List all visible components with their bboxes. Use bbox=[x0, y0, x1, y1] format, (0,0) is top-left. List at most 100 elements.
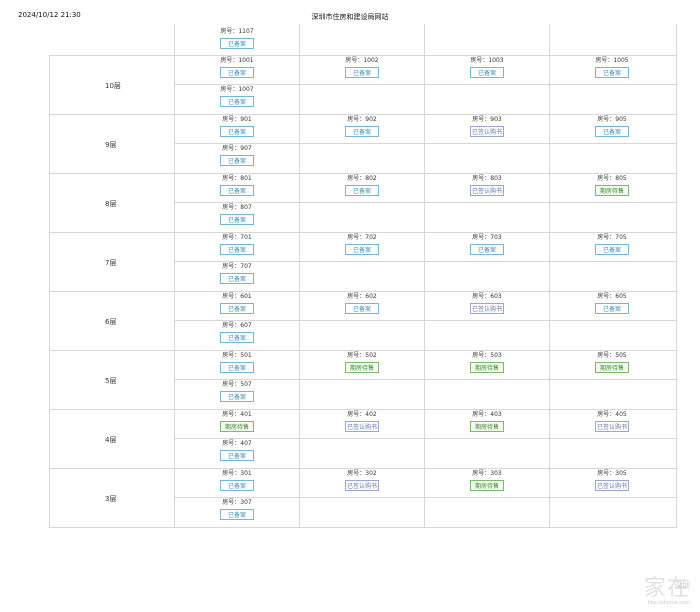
status-badge[interactable]: 已备案 bbox=[220, 303, 254, 314]
watermark-url: bbs.szhome.com bbox=[647, 600, 690, 606]
status-badge[interactable]: 已备案 bbox=[345, 244, 379, 255]
status-badge[interactable]: 已备案 bbox=[220, 214, 254, 225]
status-badge[interactable]: 已备案 bbox=[345, 67, 379, 78]
room-id: 503 bbox=[490, 352, 502, 359]
room-prefix: 房号： bbox=[597, 293, 616, 300]
room-prefix: 房号： bbox=[597, 352, 616, 359]
status-badge[interactable]: 已签认购书 bbox=[595, 480, 629, 491]
status-badge[interactable]: 已备案 bbox=[220, 480, 254, 491]
status-badge[interactable]: 已备案 bbox=[595, 303, 629, 314]
room-prefix: 房号： bbox=[347, 293, 366, 300]
grid-column-line bbox=[676, 24, 677, 527]
grid-row-line bbox=[174, 84, 677, 85]
unit-cell: 房号：507 已备案 bbox=[202, 381, 272, 402]
room-prefix: 房号： bbox=[472, 175, 491, 182]
status-badge[interactable]: 期房待售 bbox=[220, 421, 254, 432]
status-badge[interactable]: 期房待售 bbox=[595, 185, 629, 196]
room-number: 房号：1007 bbox=[202, 86, 272, 94]
status-badge[interactable]: 已备案 bbox=[220, 126, 254, 137]
status-badge[interactable]: 已备案 bbox=[345, 303, 379, 314]
unit-cell: 房号：805 期房待售 bbox=[577, 175, 647, 196]
status-badge[interactable]: 已备案 bbox=[470, 67, 504, 78]
room-id: 302 bbox=[365, 470, 377, 477]
unit-cell: 房号：607 已备案 bbox=[202, 322, 272, 343]
status-badge[interactable]: 期房待售 bbox=[345, 362, 379, 373]
room-number: 房号：907 bbox=[202, 145, 272, 153]
status-badge[interactable]: 已备案 bbox=[220, 391, 254, 402]
unit-cell: 房号：303 期房待售 bbox=[452, 470, 522, 491]
floor-table: 房号：1107 已备案 10层 房号：1001 已备案 房号：1002 已备案 房号：1003… bbox=[0, 0, 700, 612]
watermark-sub: 深圳 bbox=[674, 581, 690, 590]
room-id: 601 bbox=[240, 293, 252, 300]
status-badge[interactable]: 已签认购书 bbox=[595, 421, 629, 432]
floor-label: 3层 bbox=[105, 495, 117, 503]
status-badge[interactable]: 已签认购书 bbox=[345, 421, 379, 432]
room-id: 301 bbox=[240, 470, 252, 477]
status-badge[interactable]: 已备案 bbox=[595, 244, 629, 255]
room-id: 703 bbox=[490, 234, 502, 241]
status-badge[interactable]: 已签认购书 bbox=[470, 185, 504, 196]
unit-cell: 房号：1003 已备案 bbox=[452, 57, 522, 78]
status-badge[interactable]: 已备案 bbox=[220, 509, 254, 520]
room-number: 房号：805 bbox=[577, 175, 647, 183]
unit-cell: 房号：1005 已备案 bbox=[577, 57, 647, 78]
room-prefix: 房号： bbox=[345, 57, 364, 64]
status-badge[interactable]: 已签认购书 bbox=[345, 480, 379, 491]
status-badge[interactable]: 期房待售 bbox=[595, 362, 629, 373]
room-number: 房号：607 bbox=[202, 322, 272, 330]
status-badge[interactable]: 已备案 bbox=[220, 244, 254, 255]
status-badge[interactable]: 已签认购书 bbox=[470, 126, 504, 137]
room-number: 房号：502 bbox=[327, 352, 397, 360]
room-number: 房号：305 bbox=[577, 470, 647, 478]
status-badge[interactable]: 已备案 bbox=[220, 96, 254, 107]
room-prefix: 房号： bbox=[222, 499, 241, 506]
room-number: 房号：702 bbox=[327, 234, 397, 242]
unit-cell: 房号：602 已备案 bbox=[327, 293, 397, 314]
status-badge[interactable]: 期房待售 bbox=[470, 362, 504, 373]
status-badge[interactable]: 已备案 bbox=[220, 67, 254, 78]
status-badge[interactable]: 已备案 bbox=[220, 38, 254, 49]
room-prefix: 房号： bbox=[222, 322, 241, 329]
room-prefix: 房号： bbox=[347, 352, 366, 359]
room-id: 907 bbox=[240, 145, 252, 152]
room-number: 房号：802 bbox=[327, 175, 397, 183]
status-badge[interactable]: 期房待售 bbox=[470, 421, 504, 432]
status-badge[interactable]: 已备案 bbox=[595, 126, 629, 137]
room-prefix: 房号： bbox=[222, 175, 241, 182]
unit-cell: 房号：905 已备案 bbox=[577, 116, 647, 137]
status-badge[interactable]: 已备案 bbox=[220, 450, 254, 461]
room-prefix: 房号： bbox=[472, 470, 491, 477]
room-prefix: 房号： bbox=[222, 293, 241, 300]
room-id: 705 bbox=[615, 234, 627, 241]
room-number: 房号：307 bbox=[202, 499, 272, 507]
status-badge[interactable]: 已备案 bbox=[220, 273, 254, 284]
room-number: 房号：1003 bbox=[452, 57, 522, 65]
status-badge[interactable]: 已备案 bbox=[595, 67, 629, 78]
room-number: 房号：301 bbox=[202, 470, 272, 478]
room-prefix: 房号： bbox=[220, 57, 239, 64]
unit-cell: 房号：307 已备案 bbox=[202, 499, 272, 520]
grid-column-line bbox=[174, 24, 175, 527]
room-number: 房号：302 bbox=[327, 470, 397, 478]
room-id: 702 bbox=[365, 234, 377, 241]
room-number: 房号：801 bbox=[202, 175, 272, 183]
room-prefix: 房号： bbox=[470, 57, 489, 64]
room-id: 505 bbox=[615, 352, 627, 359]
status-badge[interactable]: 已签认购书 bbox=[470, 303, 504, 314]
status-badge[interactable]: 已备案 bbox=[220, 332, 254, 343]
room-id: 507 bbox=[240, 381, 252, 388]
status-badge[interactable]: 期房待售 bbox=[470, 480, 504, 491]
room-id: 902 bbox=[365, 116, 377, 123]
grid-row-line bbox=[49, 55, 677, 56]
unit-cell: 房号：601 已备案 bbox=[202, 293, 272, 314]
room-number: 房号：707 bbox=[202, 263, 272, 271]
status-badge[interactable]: 已备案 bbox=[345, 126, 379, 137]
floor-label: 10层 bbox=[105, 82, 121, 90]
status-badge[interactable]: 已备案 bbox=[220, 155, 254, 166]
status-badge[interactable]: 已备案 bbox=[220, 185, 254, 196]
status-badge[interactable]: 已备案 bbox=[470, 244, 504, 255]
status-badge[interactable]: 已备案 bbox=[220, 362, 254, 373]
status-badge[interactable]: 已备案 bbox=[345, 185, 379, 196]
room-prefix: 房号： bbox=[597, 116, 616, 123]
unit-cell: 房号：902 已备案 bbox=[327, 116, 397, 137]
